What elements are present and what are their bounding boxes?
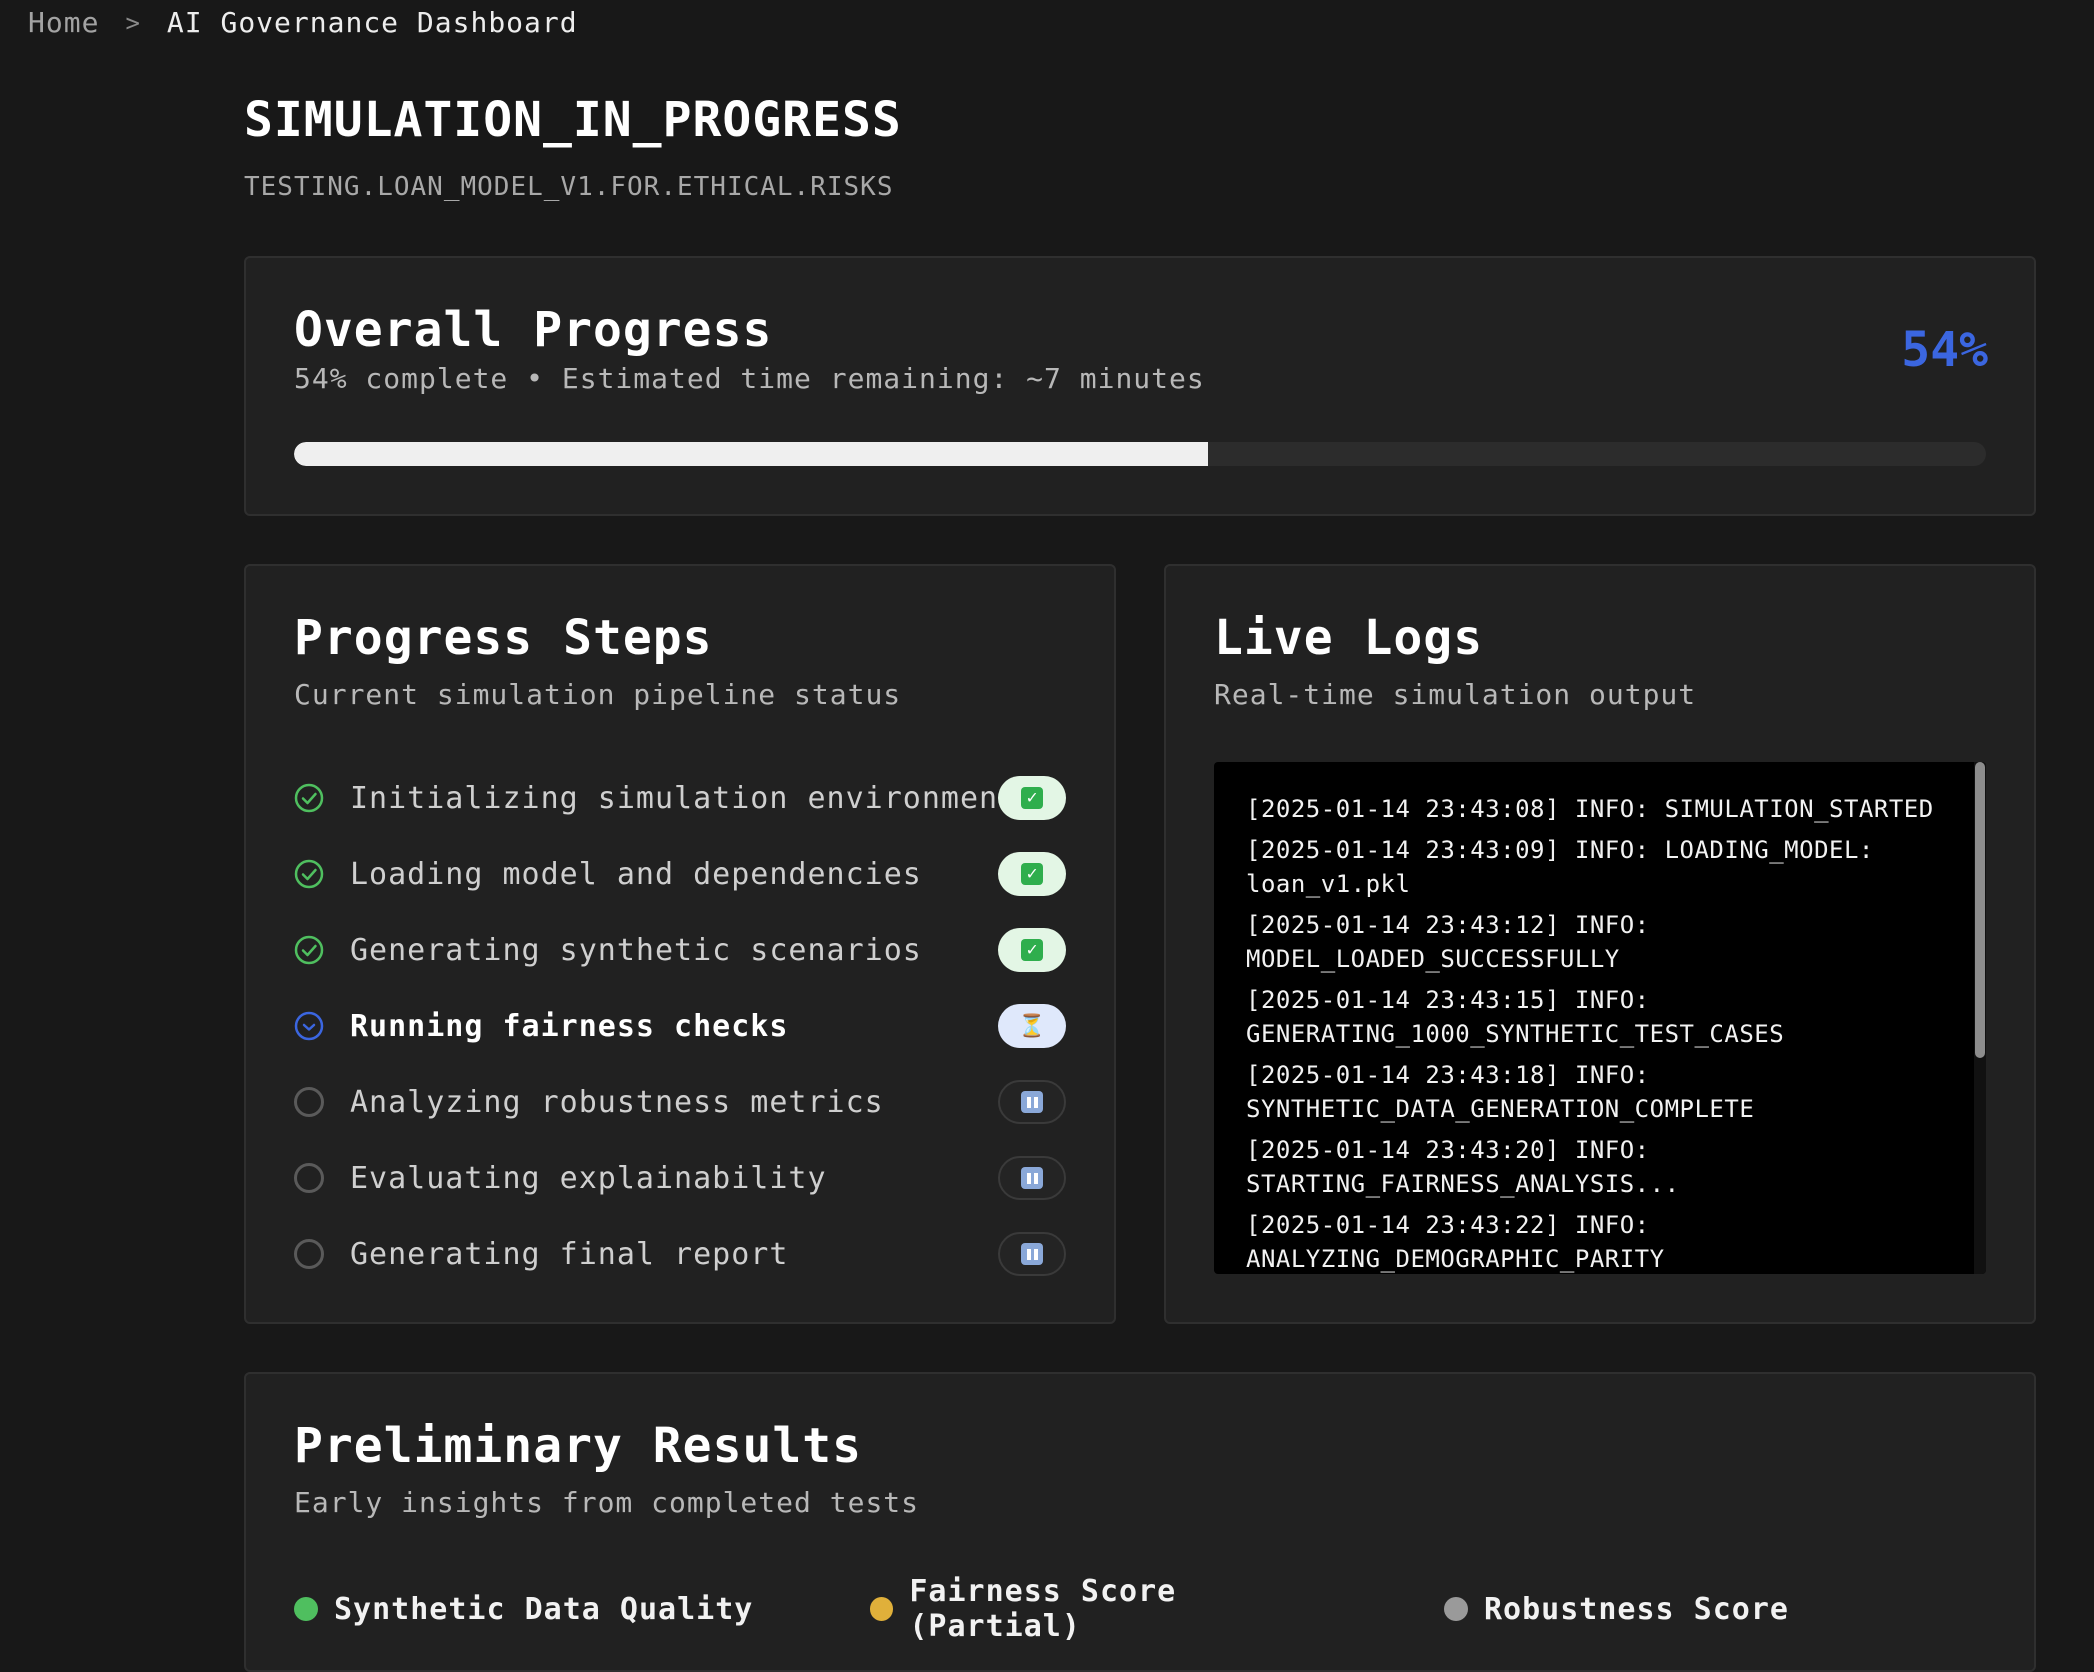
log-line: [2025-01-14 23:43:08] INFO: SIMULATION_S…: [1246, 795, 1934, 823]
step-status-badge: ✓: [998, 928, 1066, 972]
check-circle-icon: [294, 935, 324, 965]
step-row: Generating synthetic scenarios ✓: [294, 912, 1066, 988]
log-scrollbar[interactable]: [1974, 762, 1986, 1274]
log-scrollbar-thumb[interactable]: [1975, 762, 1985, 1058]
status-dot-icon: [294, 1597, 318, 1621]
step-row: Running fairness checks ⏳: [294, 988, 1066, 1064]
step-label: Initializing simulation environment: [350, 780, 1018, 816]
progress-steps-title: Progress Steps: [294, 610, 713, 666]
pending-circle-icon: [294, 1087, 324, 1117]
step-label: Generating final report: [350, 1236, 789, 1272]
progress-percent: 54%: [1901, 322, 1988, 378]
log-line: [2025-01-14 23:43:20] INFO: STARTING_FAI…: [1246, 1136, 1680, 1198]
check-mark-icon: ✓: [1021, 939, 1043, 961]
chevron-right-icon: >: [125, 8, 141, 37]
status-dot-icon: [870, 1597, 894, 1621]
log-output-panel[interactable]: [2025-01-14 23:43:08] INFO: SIMULATION_S…: [1214, 762, 1986, 1274]
step-label: Evaluating explainability: [350, 1160, 827, 1196]
step-status-badge: ✓: [998, 852, 1066, 896]
step-status-badge: [998, 1232, 1066, 1276]
result-label: Synthetic Data Quality: [334, 1591, 754, 1627]
progress-bar-fill: [294, 442, 1208, 466]
progress-bar: [294, 442, 1986, 466]
step-status-badge: ✓: [998, 776, 1066, 820]
pause-icon: [1021, 1167, 1043, 1189]
check-mark-icon: ✓: [1021, 863, 1043, 885]
log-line: [2025-01-14 23:43:22] INFO: ANALYZING_DE…: [1246, 1211, 1665, 1273]
result-label: Fairness Score (Partial): [909, 1574, 1177, 1644]
step-label: Generating synthetic scenarios: [350, 932, 922, 968]
progress-steps-card: Progress Steps Current simulation pipeli…: [244, 564, 1116, 1324]
step-label: Analyzing robustness metrics: [350, 1084, 884, 1120]
log-line: [2025-01-14 23:43:15] INFO: GENERATING_1…: [1246, 986, 1785, 1048]
live-logs-card: Live Logs Real-time simulation output [2…: [1164, 564, 2036, 1324]
step-row: Analyzing robustness metrics: [294, 1064, 1066, 1140]
log-line: [2025-01-14 23:43:18] INFO: SYNTHETIC_DA…: [1246, 1061, 1755, 1123]
pending-circle-icon: [294, 1163, 324, 1193]
result-items: Synthetic Data Quality Fairness Score (P…: [294, 1574, 1879, 1644]
result-label: Robustness Score: [1484, 1591, 1789, 1627]
page-subtitle: TESTING.LOAN_MODEL_V1.FOR.ETHICAL.RISKS: [244, 172, 894, 202]
live-logs-description: Real-time simulation output: [1214, 678, 1697, 711]
pause-icon: [1021, 1091, 1043, 1113]
status-dot-icon: [1444, 1597, 1468, 1621]
page-title: SIMULATION_IN_PROGRESS: [244, 92, 902, 148]
check-circle-icon: [294, 859, 324, 889]
check-circle-icon: [294, 783, 324, 813]
log-lines: [2025-01-14 23:43:08] INFO: SIMULATION_S…: [1246, 792, 1946, 1274]
step-status-badge: [998, 1080, 1066, 1124]
overall-progress-card: Overall Progress 54% complete • Estimate…: [244, 256, 2036, 516]
result-item-fairness-score: Fairness Score (Partial): [870, 1574, 1354, 1644]
log-line: [2025-01-14 23:43:12] INFO: MODEL_LOADED…: [1246, 911, 1650, 973]
preliminary-results-title: Preliminary Results: [294, 1418, 863, 1474]
overall-progress-title: Overall Progress: [294, 302, 773, 358]
check-mark-icon: ✓: [1021, 787, 1043, 809]
in-progress-circle-icon: [294, 1011, 324, 1041]
live-logs-title: Live Logs: [1214, 610, 1484, 666]
step-row: Generating final report: [294, 1216, 1066, 1292]
overall-progress-description: 54% complete • Estimated time remaining:…: [294, 362, 1205, 395]
breadcrumb-home-link[interactable]: Home: [28, 6, 99, 39]
breadcrumb: Home > AI Governance Dashboard: [28, 6, 578, 39]
log-line: [2025-01-14 23:43:09] INFO: LOADING_MODE…: [1246, 836, 1874, 898]
preliminary-results-description: Early insights from completed tests: [294, 1486, 920, 1519]
result-item-synthetic-data-quality: Synthetic Data Quality: [294, 1574, 780, 1644]
breadcrumb-current: AI Governance Dashboard: [166, 6, 578, 39]
step-row: Initializing simulation environment ✓: [294, 760, 1066, 836]
step-status-badge: [998, 1156, 1066, 1200]
pending-circle-icon: [294, 1239, 324, 1269]
pause-icon: [1021, 1243, 1043, 1265]
step-status-badge: ⏳: [998, 1004, 1066, 1048]
step-row: Evaluating explainability: [294, 1140, 1066, 1216]
progress-steps-description: Current simulation pipeline status: [294, 678, 902, 711]
result-item-robustness-score: Robustness Score: [1444, 1574, 1789, 1644]
step-label: Running fairness checks: [350, 1008, 789, 1044]
hourglass-icon: ⏳: [1018, 1013, 1046, 1039]
step-label: Loading model and dependencies: [350, 856, 922, 892]
step-list: Initializing simulation environment ✓ Lo…: [294, 760, 1066, 1292]
step-row: Loading model and dependencies ✓: [294, 836, 1066, 912]
preliminary-results-card: Preliminary Results Early insights from …: [244, 1372, 2036, 1672]
